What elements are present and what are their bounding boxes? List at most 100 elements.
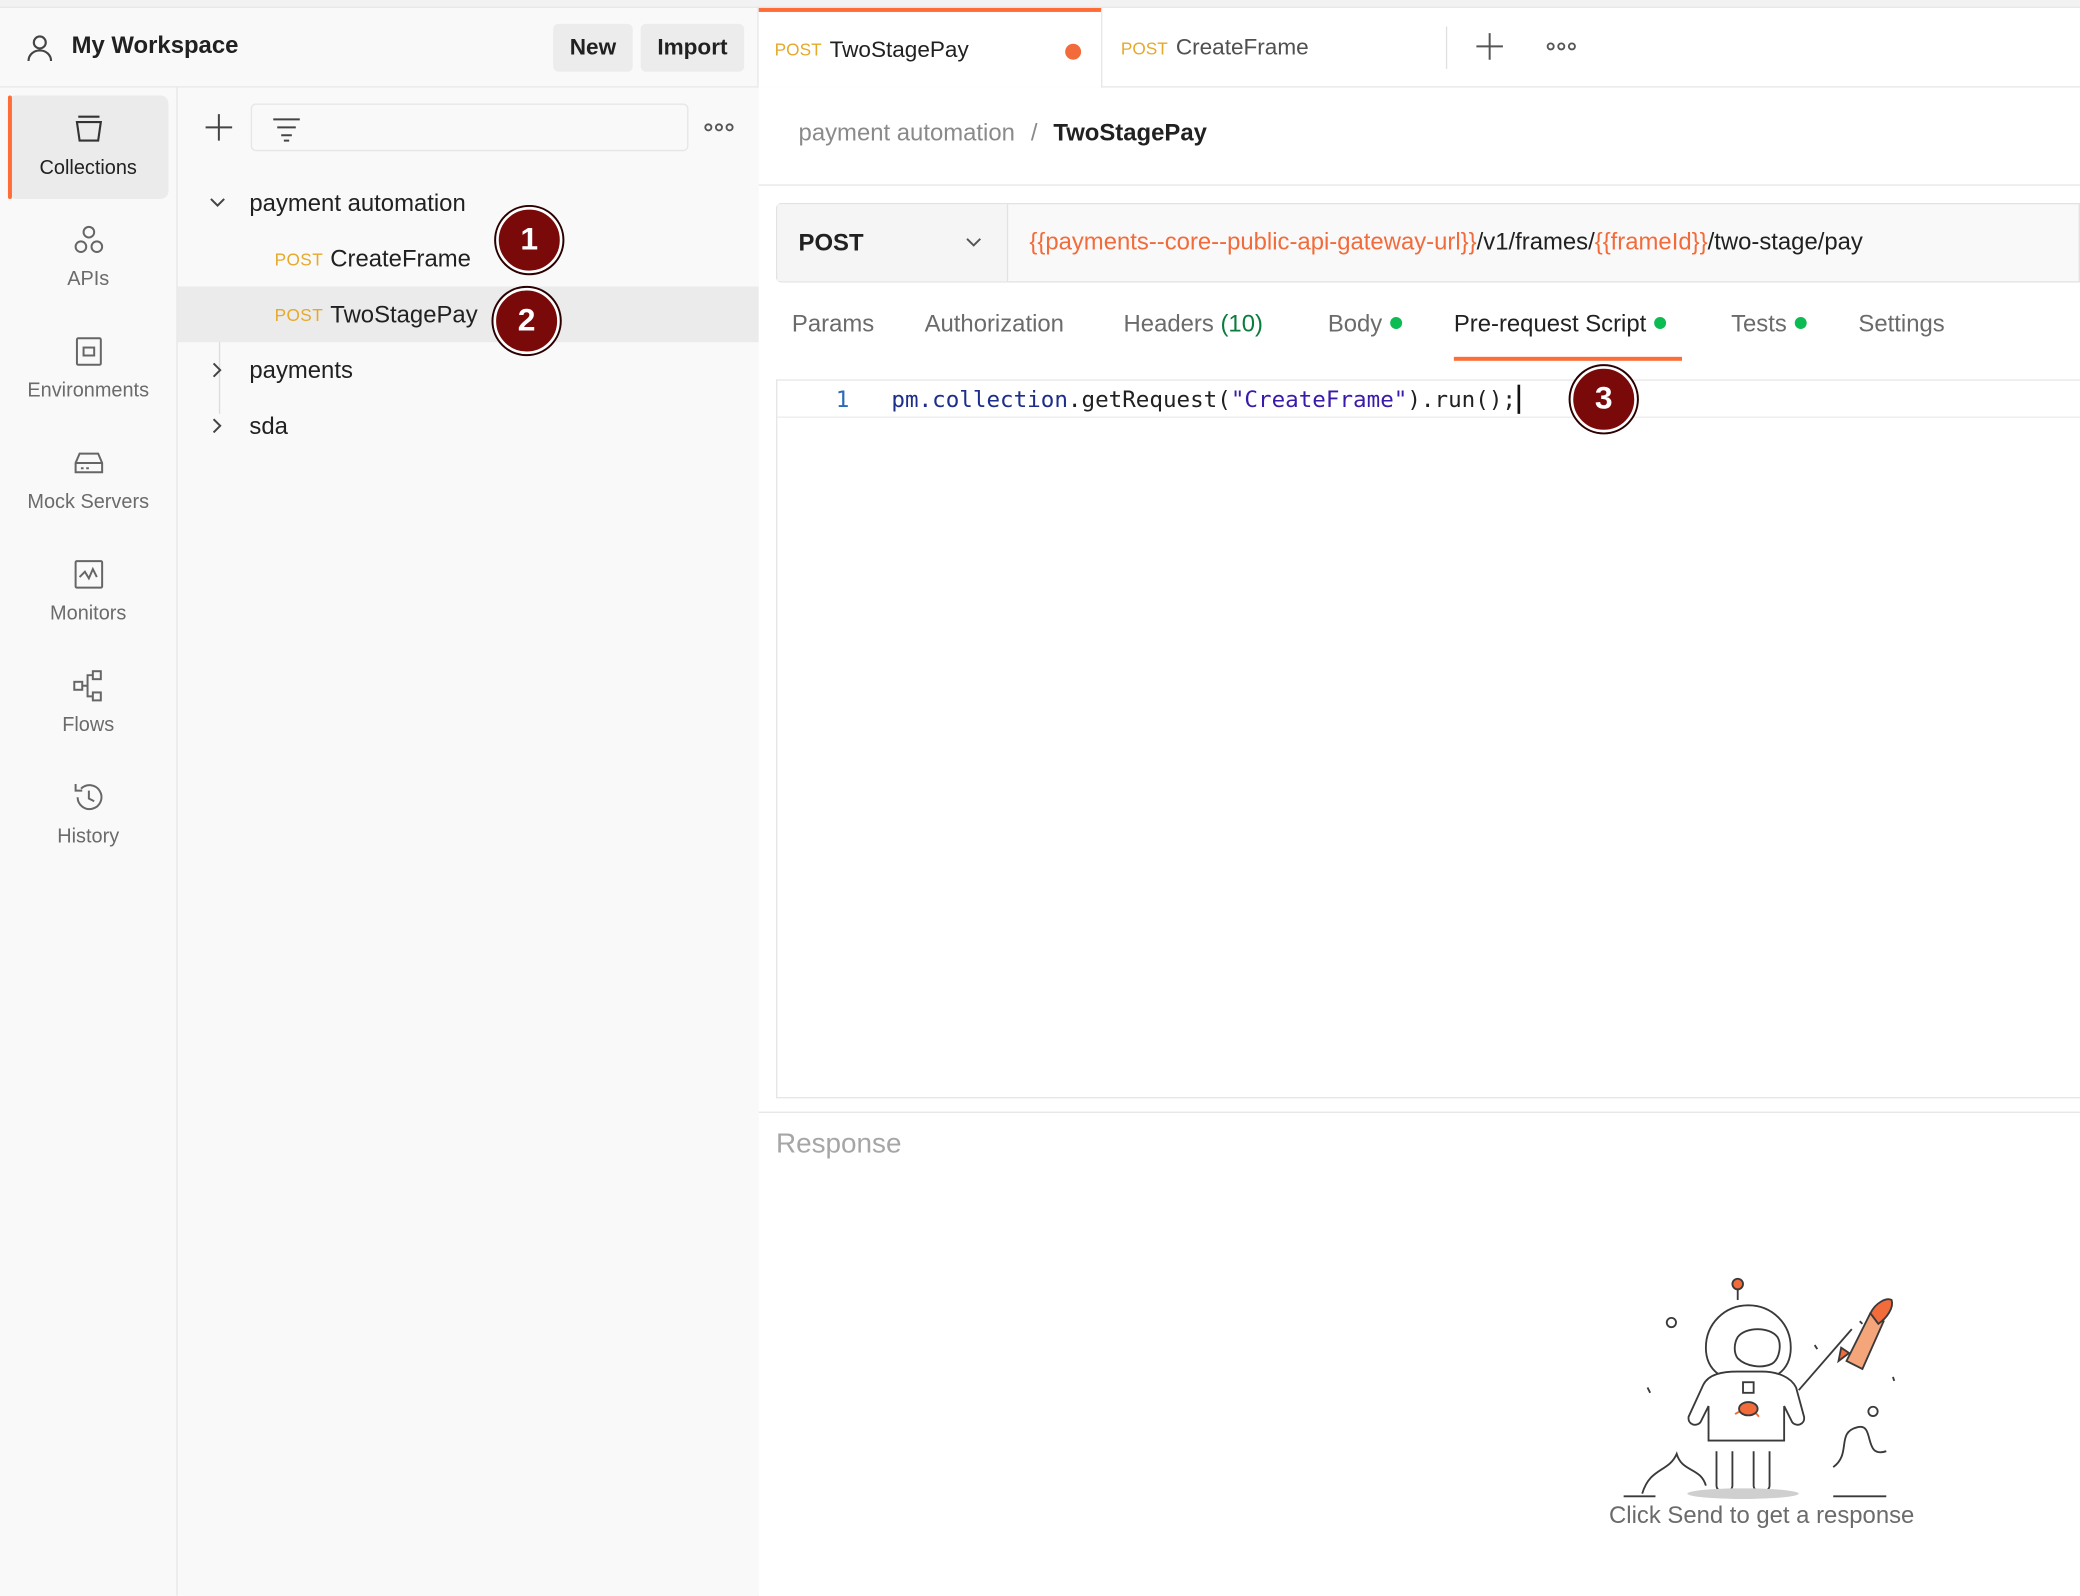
more-options-icon[interactable] xyxy=(703,114,735,141)
tab-body-label: Body xyxy=(1327,310,1383,337)
step-badge: 3 xyxy=(1570,366,1637,433)
active-tab-indicator xyxy=(1453,356,1683,361)
tab-settings[interactable]: Settings xyxy=(1858,310,1944,363)
chevron-down-icon[interactable] xyxy=(207,192,228,213)
url-path: /v1/frames/ xyxy=(1476,228,1595,255)
url-variable: {{frameId}} xyxy=(1594,228,1708,255)
new-tab-plus-icon[interactable] xyxy=(1472,29,1506,63)
request-row[interactable]: POST CreateFrame xyxy=(178,231,759,287)
method-label: POST xyxy=(274,304,324,325)
code-tail: ).run(); xyxy=(1407,387,1516,414)
rail-label: APIs xyxy=(67,267,110,291)
collection-row[interactable]: payment automation xyxy=(178,175,759,231)
flows-icon xyxy=(72,670,102,702)
tab-prerequest-label: Pre-request Script xyxy=(1453,310,1647,337)
url-input[interactable]: {{payments--core--public-api-gateway-url… xyxy=(1029,228,1862,256)
rail-item-monitors[interactable]: Monitors xyxy=(8,541,169,644)
collection-row[interactable]: payments xyxy=(178,342,759,398)
rail-label: Environments xyxy=(27,379,150,402)
code-line[interactable]: pm.collection.getRequest("CreateFrame").… xyxy=(891,384,1520,415)
tab-headers-label: Headers xyxy=(1123,310,1214,337)
tab-tests[interactable]: Tests xyxy=(1731,310,1807,363)
plus-icon[interactable] xyxy=(202,110,236,144)
tab-twostagepay[interactable]: POST TwoStagePay xyxy=(758,7,1101,88)
tree-toolbar xyxy=(178,103,759,152)
request-row[interactable]: POST TwoStagePay xyxy=(177,286,759,343)
chevron-down-icon xyxy=(966,238,981,247)
method-label: POST xyxy=(274,248,324,269)
tab-authorization[interactable]: Authorization xyxy=(925,310,1064,363)
active-dot-icon xyxy=(1390,316,1403,329)
tab-bar: POST TwoStagePay POST CreateFrame xyxy=(758,7,2080,88)
chevron-right-icon[interactable] xyxy=(207,359,228,380)
url-variable: {{payments--core--public-api-gateway-url… xyxy=(1029,228,1477,255)
response-title: Response xyxy=(776,1128,902,1160)
history-icon xyxy=(73,783,102,810)
response-divider[interactable] xyxy=(758,1111,2080,1113)
main-panel: POST TwoStagePay POST CreateFrame paymen… xyxy=(758,7,2080,1596)
response-hint: Click Send to get a response xyxy=(1609,1501,1915,1529)
chevron-right-icon[interactable] xyxy=(207,415,228,436)
tab-body[interactable]: Body xyxy=(1327,310,1403,363)
collection-name: payment automation xyxy=(249,189,466,216)
breadcrumb-current[interactable]: TwoStagePay xyxy=(1053,119,1206,147)
environments-icon xyxy=(75,337,102,366)
active-dot-icon xyxy=(1794,316,1807,329)
breadcrumb: payment automation / TwoStagePay xyxy=(799,119,1207,147)
workspace-header: My Workspace New Import xyxy=(0,8,759,88)
workspace-title[interactable]: My Workspace xyxy=(72,32,239,60)
mock-servers-icon xyxy=(73,452,103,474)
tab-prerequest-script[interactable]: Pre-request Script xyxy=(1453,310,1667,363)
tab-name: TwoStagePay xyxy=(829,36,969,62)
line-number: 1 xyxy=(835,387,850,414)
rail-item-apis[interactable]: APIs xyxy=(8,207,169,310)
method-select[interactable]: POST xyxy=(777,204,1009,282)
code-string: "CreateFrame" xyxy=(1230,387,1408,414)
tab-headers[interactable]: Headers (10) xyxy=(1124,310,1263,363)
active-dot-icon xyxy=(1654,316,1667,329)
request-name: CreateFrame xyxy=(330,244,471,272)
tab-name: CreateFrame xyxy=(1175,34,1309,60)
monitors-icon xyxy=(73,560,103,589)
rail-item-flows[interactable]: Flows xyxy=(8,653,169,756)
code-method: .getRequest( xyxy=(1067,387,1231,414)
tab-params[interactable]: Params xyxy=(792,310,874,363)
search-input[interactable] xyxy=(250,103,689,152)
tab-method: POST xyxy=(774,39,822,60)
rail-item-environments[interactable]: Environments xyxy=(8,318,169,421)
filter-icon[interactable] xyxy=(271,115,303,142)
collections-icon xyxy=(75,115,102,142)
rail-item-history[interactable]: History xyxy=(8,764,169,867)
rail-label: Collections xyxy=(39,156,137,180)
collection-name: payments xyxy=(249,356,353,383)
code-identifier: pm.collection xyxy=(891,387,1068,414)
divider xyxy=(758,184,2080,186)
import-button[interactable]: Import xyxy=(640,23,745,72)
breadcrumb-parent[interactable]: payment automation xyxy=(799,119,1015,147)
more-tabs-icon[interactable] xyxy=(1544,34,1578,58)
window-top-border xyxy=(0,0,2080,8)
collection-row[interactable]: sda xyxy=(178,398,759,454)
rail-label: Flows xyxy=(62,713,115,737)
user-icon[interactable] xyxy=(24,32,56,64)
apis-icon xyxy=(73,225,103,254)
url-path: /two-stage/pay xyxy=(1707,228,1863,255)
tab-createframe[interactable]: POST CreateFrame xyxy=(1100,7,1446,88)
new-button[interactable]: New xyxy=(553,23,633,72)
script-editor[interactable]: 1 pm.collection.getRequest("CreateFrame"… xyxy=(776,379,2080,1099)
rail-label: History xyxy=(57,825,120,848)
tab-tests-label: Tests xyxy=(1731,310,1787,337)
tab-divider xyxy=(1445,26,1448,69)
collection-name: sda xyxy=(249,411,288,439)
rail-item-collections[interactable]: Collections xyxy=(7,95,169,199)
step-badge: 2 xyxy=(493,287,560,355)
headers-count: (10) xyxy=(1220,310,1263,337)
collections-tree: payment automation POST CreateFrame POST… xyxy=(177,87,759,1596)
step-badge: 1 xyxy=(496,206,563,274)
astronaut-rocket-illustration xyxy=(1623,1277,1896,1499)
nav-rail: Collections APIs Environments Mock Serve… xyxy=(0,87,178,1596)
unsaved-dot-icon xyxy=(1065,43,1082,60)
rail-label: Mock Servers xyxy=(27,490,150,514)
tab-method: POST xyxy=(1120,37,1168,58)
rail-item-mock-servers[interactable]: Mock Servers xyxy=(8,430,169,533)
